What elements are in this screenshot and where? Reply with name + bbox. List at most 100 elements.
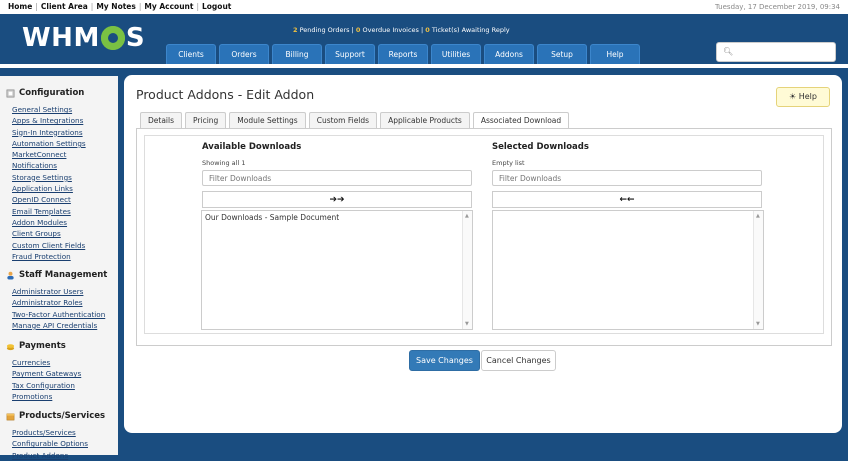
sidebar-item-payment-gateways[interactable]: Payment Gateways: [12, 368, 81, 379]
sidebar-section-staff-management: Staff Management: [6, 270, 107, 280]
scroll-down-icon: ▼: [756, 321, 760, 327]
sidebar-item-product-addons[interactable]: Product Addons: [12, 450, 88, 461]
scroll-up-icon: ▲: [756, 213, 760, 219]
separator: |: [90, 2, 94, 11]
lightbulb-icon: ☀︎: [789, 92, 797, 101]
scroll-up-icon: ▲: [465, 213, 469, 219]
nav-setup[interactable]: Setup: [537, 44, 587, 65]
current-datetime: Tuesday, 17 December 2019, 09:34: [714, 3, 840, 11]
separator: |: [196, 2, 199, 11]
save-changes-button[interactable]: Save Changes: [409, 350, 480, 371]
tickets-link[interactable]: Ticket(s) Awaiting Reply: [432, 26, 510, 34]
top-bar: Home | Client Area | My Notes | My Account | Log…: [0, 0, 848, 14]
home-link[interactable]: Home: [8, 2, 32, 11]
sidebar-list-payments: Currencies Payment Gateways Tax Configur…: [12, 357, 81, 402]
nav-reports[interactable]: Reports: [378, 44, 428, 65]
list-item[interactable]: Our Downloads - Sample Document: [205, 213, 339, 222]
tab-module-settings[interactable]: Module Settings: [229, 112, 306, 128]
my-notes-link[interactable]: My Notes: [96, 2, 136, 11]
sidebar-item-general-settings[interactable]: General Settings: [12, 104, 86, 115]
sidebar-item-administrator-roles[interactable]: Administrator Roles: [12, 297, 105, 308]
nav-billing[interactable]: Billing: [272, 44, 322, 65]
nav-support[interactable]: Support: [325, 44, 375, 65]
sidebar-item-notifications[interactable]: Notifications: [12, 160, 86, 171]
search-icon: 🔍︎: [723, 47, 734, 56]
sidebar-section-configuration: Configuration: [6, 88, 84, 98]
selected-downloads-list[interactable]: ▲ ▼: [492, 210, 764, 330]
tab-content: Available Downloads Showing all 1 ➔➔ Our…: [136, 128, 832, 346]
overdue-invoices-count: 0: [355, 26, 361, 34]
move-all-left-button[interactable]: ←←: [492, 191, 762, 208]
sidebar-item-fraud-protection[interactable]: Fraud Protection: [12, 251, 86, 262]
sidebar-item-custom-client-fields[interactable]: Custom Client Fields: [12, 240, 86, 251]
sidebar-item-openid-connect[interactable]: OpenID Connect: [12, 194, 86, 205]
sidebar-section-title: Products/Services: [19, 411, 106, 421]
sidebar-item-configurable-options[interactable]: Configurable Options: [12, 438, 88, 449]
sidebar-section-payments: Payments: [6, 341, 66, 351]
scrollbar[interactable]: ▲ ▼: [462, 211, 472, 329]
sidebar-item-automation-settings[interactable]: Automation Settings: [12, 138, 86, 149]
sidebar-section-title: Payments: [19, 341, 66, 351]
sidebar-item-application-links[interactable]: Application Links: [12, 183, 86, 194]
selected-filter-input[interactable]: [492, 170, 762, 186]
client-area-link[interactable]: Client Area: [41, 2, 88, 11]
logo-text-right: S: [125, 23, 146, 53]
move-all-right-button[interactable]: ➔➔: [202, 191, 472, 208]
selected-downloads-heading: Selected Downloads: [492, 142, 589, 152]
page-title: Product Addons - Edit Addon: [136, 87, 315, 102]
sidebar-item-apps-integrations[interactable]: Apps & Integrations: [12, 115, 86, 126]
pending-orders-link[interactable]: Pending Orders: [300, 26, 350, 34]
logout-link[interactable]: Logout: [202, 2, 231, 11]
cancel-changes-button[interactable]: Cancel Changes: [481, 350, 556, 371]
sidebar-item-sign-in-integrations[interactable]: Sign-In Integrations: [12, 127, 86, 138]
tab-bar: Details Pricing Module Settings Custom F…: [140, 112, 570, 129]
sidebar-item-two-factor-authentication[interactable]: Two-Factor Authentication: [12, 309, 105, 320]
tab-pricing[interactable]: Pricing: [185, 112, 227, 128]
pending-orders-count: 2: [293, 26, 298, 34]
wrench-icon: [6, 89, 15, 97]
nav-help[interactable]: Help: [590, 44, 640, 65]
tab-details[interactable]: Details: [140, 112, 183, 128]
sidebar-item-storage-settings[interactable]: Storage Settings: [12, 172, 86, 183]
sidebar-item-addon-modules[interactable]: Addon Modules: [12, 217, 86, 228]
my-account-link[interactable]: My Account: [144, 2, 193, 11]
sidebar-item-client-groups[interactable]: Client Groups: [12, 228, 86, 239]
tab-custom-fields[interactable]: Custom Fields: [308, 112, 378, 128]
nav-addons[interactable]: Addons: [484, 44, 534, 65]
box-icon: [6, 413, 15, 420]
available-filter-input[interactable]: [202, 170, 472, 186]
sidebar-list-configuration: General Settings Apps & Integrations Sig…: [12, 104, 86, 262]
sidebar-list-products-services: Products/Services Configurable Options P…: [12, 427, 88, 461]
scrollbar[interactable]: ▲ ▼: [753, 211, 763, 329]
overdue-invoices-link[interactable]: Overdue Invoices: [362, 26, 418, 34]
tab-applicable-products[interactable]: Applicable Products: [380, 112, 470, 128]
sidebar-item-administrator-users[interactable]: Administrator Users: [12, 286, 105, 297]
top-links: Home | Client Area | My Notes | My Account | Log…: [8, 2, 231, 11]
sidebar-item-tax-configuration[interactable]: Tax Configuration: [12, 380, 81, 391]
downloads-dual-list: Available Downloads Showing all 1 ➔➔ Our…: [144, 135, 824, 334]
sidebar-list-staff-management: Administrator Users Administrator Roles …: [12, 286, 105, 331]
help-button[interactable]: ☀︎ Help: [776, 87, 830, 107]
main-nav: Clients Orders Billing Support Reports U…: [166, 44, 640, 65]
header-stats: 2 Pending Orders | 0 Overdue Invoices | …: [293, 26, 510, 34]
whmcs-logo[interactable]: WHM S: [22, 23, 145, 53]
sidebar-item-marketconnect[interactable]: MarketConnect: [12, 149, 86, 160]
tab-associated-download[interactable]: Associated Download: [472, 112, 570, 129]
nav-utilities[interactable]: Utilities: [431, 44, 481, 65]
sidebar-item-email-templates[interactable]: Email Templates: [12, 206, 86, 217]
available-downloads-list[interactable]: Our Downloads - Sample Document ▲ ▼: [201, 210, 473, 330]
selected-downloads-note: Empty list: [492, 159, 525, 167]
nav-clients[interactable]: Clients: [166, 44, 216, 65]
sidebar: Configuration General Settings Apps & In…: [0, 76, 118, 460]
users-icon: [7, 271, 14, 280]
sidebar-item-manage-api-credentials[interactable]: Manage API Credentials: [12, 320, 105, 331]
available-downloads-note: Showing all 1: [202, 159, 246, 167]
sidebar-item-currencies[interactable]: Currencies: [12, 357, 81, 368]
sidebar-item-products-services[interactable]: Products/Services: [12, 427, 88, 438]
tickets-count: 0: [425, 26, 430, 34]
search-input[interactable]: 🔍︎: [716, 42, 836, 62]
sidebar-section-title: Configuration: [19, 88, 85, 98]
coins-icon: [6, 343, 15, 350]
sidebar-item-promotions[interactable]: Promotions: [12, 391, 81, 402]
nav-orders[interactable]: Orders: [219, 44, 269, 65]
